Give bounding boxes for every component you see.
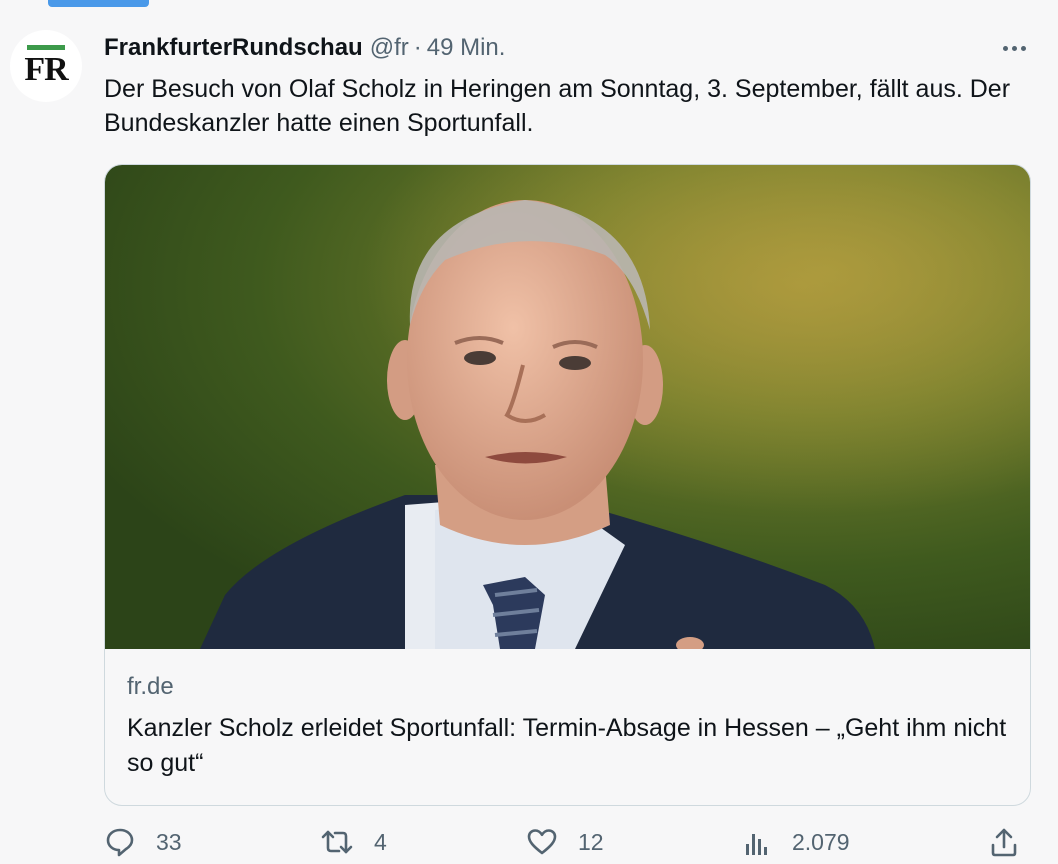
logo-bar [27, 45, 65, 50]
author-handle[interactable]: @fr [370, 34, 409, 62]
article-image [105, 165, 1030, 649]
card-title: Kanzler Scholz erleidet Sportunfall: Ter… [127, 714, 1007, 777]
like-button[interactable]: 12 [526, 826, 604, 858]
author-name[interactable]: FrankfurterRundschau [104, 34, 363, 62]
portrait-illustration [105, 165, 1030, 649]
reply-count: 33 [156, 828, 182, 855]
heart-icon [527, 829, 557, 855]
retweet-count: 4 [374, 828, 387, 855]
tweet-timestamp[interactable]: 49 Min. [427, 34, 506, 62]
top-tab-indicator [48, 0, 149, 7]
reply-button[interactable]: 33 [104, 826, 182, 858]
views-button[interactable]: 2.079 [740, 826, 850, 858]
reply-icon [106, 828, 134, 857]
card-domain: fr.de [127, 673, 174, 700]
header-separator: · [413, 34, 422, 61]
retweet-icon [321, 830, 353, 854]
more-dot [1011, 45, 1017, 51]
analytics-icon [746, 834, 767, 855]
share-icon [991, 828, 1017, 857]
share-button[interactable] [988, 826, 1020, 858]
avatar-logo-letters: FR [24, 51, 68, 88]
tweet-header: FrankfurterRundschau @fr · 49 Min. [104, 34, 505, 64]
link-card[interactable]: fr.de Kanzler Scholz erleidet Sportunfal… [104, 164, 1031, 806]
more-options-icon[interactable] [996, 36, 1032, 60]
view-count: 2.079 [792, 828, 850, 855]
tweet-actions: 33 4 12 2.079 [104, 826, 1034, 864]
more-dot [1002, 45, 1008, 51]
like-count: 12 [578, 828, 604, 855]
tweet-text: Der Besuch von Olaf Scholz in Heringen a… [104, 75, 1011, 137]
avatar[interactable]: FR [10, 30, 82, 102]
retweet-button[interactable]: 4 [320, 826, 387, 858]
more-dot [1020, 45, 1026, 51]
